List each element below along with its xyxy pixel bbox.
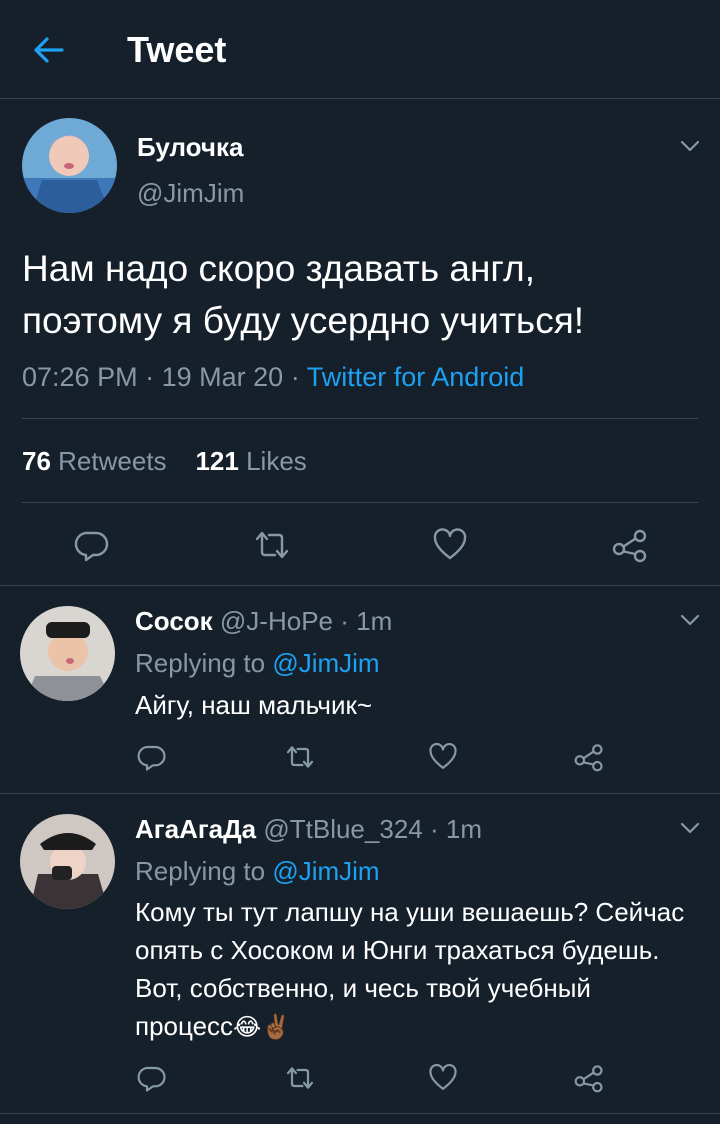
- share-icon[interactable]: [573, 1063, 605, 1098]
- divider: [22, 502, 698, 503]
- replying-to: Replying to @JimJim: [135, 647, 380, 679]
- divider: [22, 418, 698, 419]
- separator-dot: ·: [429, 814, 439, 844]
- tweet-meta: 07:26 PM · 19 Mar 20 · Twitter for Andro…: [22, 360, 524, 394]
- retweet-icon[interactable]: [284, 742, 316, 777]
- replying-prefix: Replying to: [135, 648, 266, 678]
- tweet-date: 19 Mar 20: [161, 362, 284, 392]
- reply-icon[interactable]: [137, 1063, 167, 1098]
- author-name[interactable]: Булочка: [137, 132, 243, 162]
- page-title: Tweet: [127, 29, 227, 70]
- reply-text-body: Кому ты тут лапшу на уши вешаешь? Сейчас…: [135, 897, 685, 1041]
- tweet-text-line: поэтому я буду усердно учиться!: [22, 300, 585, 341]
- reply-header: Сосок @J-HoPe · 1m: [135, 605, 392, 637]
- replying-mention-link[interactable]: @JimJim: [272, 648, 379, 678]
- share-icon[interactable]: [611, 527, 649, 568]
- like-icon[interactable]: [428, 1063, 458, 1098]
- like-icon[interactable]: [432, 527, 468, 568]
- like-icon[interactable]: [428, 742, 458, 777]
- reply-icon[interactable]: [74, 527, 110, 568]
- author-handle[interactable]: @JimJim: [137, 177, 244, 209]
- back-arrow-icon[interactable]: [28, 30, 68, 70]
- retweet-icon[interactable]: [284, 1063, 316, 1098]
- tweet-source-link[interactable]: Twitter for Android: [307, 362, 525, 392]
- retweets-count: 76: [22, 446, 51, 476]
- chevron-down-icon[interactable]: [678, 134, 702, 158]
- divider: [0, 585, 720, 586]
- reply-age: 1m: [356, 606, 393, 636]
- avatar[interactable]: [20, 814, 115, 909]
- reply-text: Кому ты тут лапшу на уши вешаешь? Сейчас…: [135, 893, 695, 1045]
- reply-author-name[interactable]: Сосок: [135, 606, 213, 636]
- retweets-label: Retweets: [58, 446, 167, 476]
- replying-mention-link[interactable]: @JimJim: [272, 856, 379, 886]
- tweet-text-line: Нам надо скоро здавать англ,: [22, 248, 535, 289]
- tweet-text: Нам надо скоро здавать англ, поэтому я б…: [22, 243, 702, 347]
- likes-label: Likes: [246, 446, 307, 476]
- reply-author-handle[interactable]: @J-HoPe: [220, 606, 333, 636]
- chevron-down-icon[interactable]: [678, 608, 702, 632]
- chevron-down-icon[interactable]: [678, 816, 702, 840]
- reply-age: 1m: [445, 814, 483, 844]
- retweet-icon[interactable]: [252, 527, 292, 568]
- replying-to: Replying to @JimJim: [135, 855, 380, 887]
- emoji: 😂✌🏾: [233, 1014, 291, 1041]
- separator-dot: ·: [145, 362, 155, 392]
- reply-text: Айгу, наш мальчик~: [135, 690, 373, 720]
- tweet-time: 07:26 PM: [22, 362, 138, 392]
- likes-count: 121: [195, 446, 239, 476]
- avatar[interactable]: [22, 118, 117, 213]
- reply-author-name[interactable]: АгаАгаДа: [135, 814, 256, 844]
- reply-header: АгаАгаДа @TtBlue_324 · 1m: [135, 813, 482, 845]
- divider: [0, 1113, 720, 1114]
- tweet-stats: 76 Retweets 121 Likes: [22, 445, 307, 477]
- likes-stat[interactable]: 121 Likes: [195, 446, 306, 476]
- avatar[interactable]: [20, 606, 115, 701]
- retweets-stat[interactable]: 76 Retweets: [22, 446, 167, 476]
- replying-prefix: Replying to: [135, 856, 266, 886]
- share-icon[interactable]: [573, 742, 605, 777]
- header-bar: Tweet: [0, 0, 720, 99]
- divider: [0, 793, 720, 794]
- separator-dot: ·: [340, 606, 349, 636]
- reply-icon[interactable]: [137, 742, 167, 777]
- reply-author-handle[interactable]: @TtBlue_324: [263, 814, 422, 844]
- separator-dot: ·: [290, 362, 300, 392]
